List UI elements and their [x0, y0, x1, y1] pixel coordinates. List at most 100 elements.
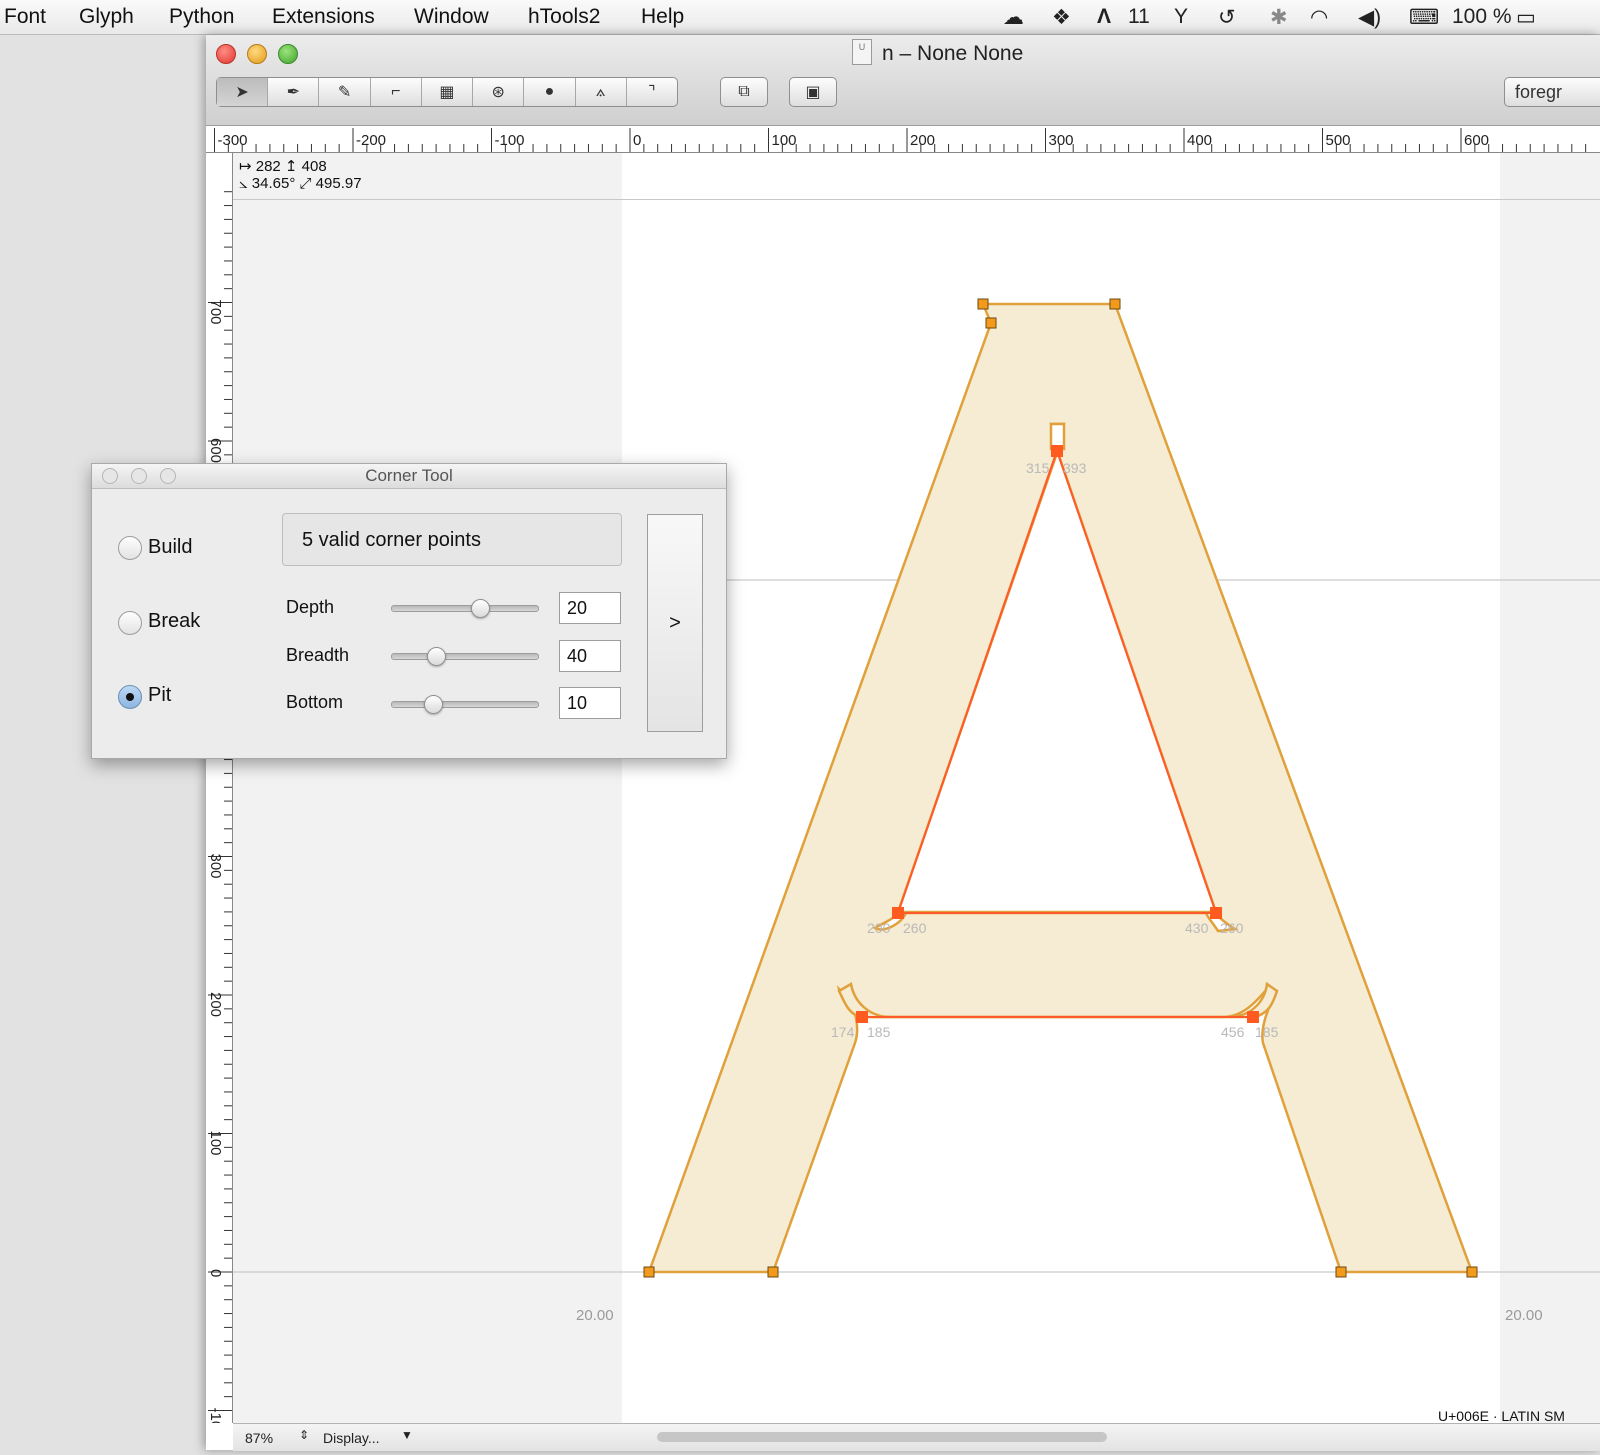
glyph-canvas[interactable]: 315 393 200 260 430 260 174 185 456 185 …: [233, 153, 1600, 1423]
menu-extensions[interactable]: Extensions: [272, 5, 375, 29]
on-curve-point[interactable]: [977, 298, 989, 310]
bottom-value[interactable]: 10: [559, 687, 621, 719]
mode-build-radio[interactable]: [118, 536, 142, 560]
ruler-label: 100: [772, 132, 797, 149]
on-curve-point[interactable]: [1466, 1266, 1478, 1278]
creative-cloud-icon[interactable]: ☁: [1003, 5, 1024, 30]
display-menu[interactable]: Display...: [323, 1430, 380, 1446]
on-curve-point[interactable]: [767, 1266, 779, 1278]
on-curve-point[interactable]: [985, 317, 997, 329]
ruler-label: 200: [207, 992, 224, 1017]
menu-font[interactable]: Font: [4, 5, 46, 29]
close-button[interactable]: [216, 44, 236, 64]
depth-value[interactable]: 20: [559, 592, 621, 624]
point-label-y: 185: [867, 1024, 891, 1040]
volume-icon[interactable]: ◀): [1358, 5, 1381, 30]
wifi-icon[interactable]: ◠: [1310, 5, 1328, 30]
measure-tool-icon[interactable]: ⌐: [371, 78, 422, 106]
ruler-label: 700: [207, 300, 224, 325]
ruler-label: 500: [1326, 132, 1351, 149]
apply-button[interactable]: >: [647, 514, 703, 732]
cursor-angle-distance: ⦣ 34.65° ⤢ 495.97: [239, 175, 362, 192]
adobe-count: 11: [1128, 5, 1150, 28]
right-margin-area: [1500, 153, 1600, 1423]
menu-glyph[interactable]: Glyph: [79, 5, 134, 29]
point-label-y: 260: [903, 920, 927, 936]
depth-slider-thumb[interactable]: [470, 599, 490, 618]
layers-toggle-icon[interactable]: ▣: [789, 77, 837, 107]
bottom-slider[interactable]: [391, 701, 539, 708]
zoom-stepper-icon[interactable]: ⇕: [299, 1428, 309, 1442]
vertical-ruler-ticks: 700 600 300 200 100 0 -100: [207, 191, 232, 1438]
breadth-value[interactable]: 40: [559, 640, 621, 672]
horizontal-scrollbar[interactable]: [657, 1432, 1107, 1442]
knife-tool-icon[interactable]: ✎: [319, 78, 371, 106]
selected-point[interactable]: [1210, 907, 1222, 919]
on-curve-point[interactable]: [1335, 1266, 1347, 1278]
pen-tool-icon[interactable]: ✒: [268, 78, 320, 106]
vertical-ruler[interactable]: 700 600 300 200 100 0 -100: [206, 153, 233, 1438]
on-curve-point[interactable]: [643, 1266, 655, 1278]
branch-icon[interactable]: Y: [1174, 5, 1188, 29]
selected-point[interactable]: [1051, 445, 1063, 457]
ruler-label: 400: [1187, 132, 1212, 149]
right-sidebearing[interactable]: 20.00: [1505, 1307, 1543, 1324]
panel-titlebar: Corner Tool: [92, 464, 726, 489]
menu-htools2[interactable]: hTools2: [528, 5, 600, 29]
layer-select-button[interactable]: foregr: [1504, 77, 1600, 107]
menu-help[interactable]: Help: [641, 5, 684, 29]
panel-title: Corner Tool: [365, 466, 453, 485]
zoom-level[interactable]: 87%: [245, 1430, 273, 1446]
menu-window[interactable]: Window: [414, 5, 489, 29]
left-sidebearing[interactable]: 20.00: [576, 1307, 614, 1324]
bottom-slider-thumb[interactable]: [423, 695, 443, 714]
status-bar: 87% ⇕ Display... ▼: [233, 1423, 1600, 1451]
ruler-label: 0: [633, 132, 641, 149]
ruler-label: 300: [207, 854, 224, 879]
panel-minimize-button[interactable]: [131, 468, 147, 484]
zoom-button[interactable]: [278, 44, 298, 64]
time-machine-icon[interactable]: ↺: [1218, 5, 1236, 30]
point-label-x: 200: [867, 920, 891, 936]
selected-point[interactable]: [1247, 1011, 1259, 1023]
on-curve-point[interactable]: [1109, 298, 1121, 310]
point-label-x: 456: [1221, 1024, 1245, 1040]
horizontal-ruler[interactable]: -300 -200 -100 0 100 200 300 400 500 600: [206, 126, 1600, 153]
ruler-label: 300: [1049, 132, 1074, 149]
mode-break-radio[interactable]: [118, 611, 142, 635]
menu-python[interactable]: Python: [169, 5, 234, 29]
preview-toggle-icon[interactable]: ⧉: [720, 77, 768, 107]
bluetooth-icon[interactable]: ✱: [1270, 5, 1288, 30]
ruler-label: 100: [207, 1131, 224, 1156]
mode-pit-radio[interactable]: [118, 685, 142, 709]
corner-tool-icon[interactable]: ⟑: [576, 78, 627, 106]
depth-slider[interactable]: [391, 605, 539, 612]
glyph-drawing[interactable]: 315 393 200 260 430 260 174 185 456 185 …: [233, 153, 1600, 1423]
panel-close-button[interactable]: [102, 468, 118, 484]
minimize-button[interactable]: [247, 44, 267, 64]
battery-icon[interactable]: ▭: [1516, 5, 1536, 30]
point-label-x: 315: [1026, 460, 1050, 476]
pointer-tool-icon[interactable]: ➤: [217, 78, 269, 106]
shape-tool-icon[interactable]: ●: [524, 78, 576, 106]
ruler-label: 600: [1464, 132, 1489, 149]
grid-tool-icon[interactable]: ▦: [422, 78, 474, 106]
ruler-label: -100: [207, 1408, 224, 1424]
selected-point[interactable]: [856, 1011, 868, 1023]
adobe-icon[interactable]: Ʌ: [1097, 5, 1111, 29]
breadth-slider-thumb[interactable]: [426, 647, 446, 666]
slice-tool-icon[interactable]: ⌝: [627, 78, 677, 106]
panel-zoom-button[interactable]: [160, 468, 176, 484]
chevron-down-icon[interactable]: ▼: [401, 1428, 413, 1442]
anchor-tool-icon[interactable]: ⊛: [473, 78, 525, 106]
keyboard-icon[interactable]: ⌨: [1409, 5, 1439, 30]
mode-break-label[interactable]: Break: [148, 610, 200, 633]
dropbox-icon[interactable]: ❖: [1052, 5, 1071, 30]
cursor-position: ↦ 282 ↥ 408: [239, 158, 327, 175]
mode-pit-label[interactable]: Pit: [148, 684, 171, 707]
ruler-label: -300: [218, 132, 248, 149]
mode-build-label[interactable]: Build: [148, 536, 192, 559]
point-label-x: 174: [831, 1024, 855, 1040]
breadth-slider[interactable]: [391, 653, 539, 660]
selected-point[interactable]: [892, 907, 904, 919]
